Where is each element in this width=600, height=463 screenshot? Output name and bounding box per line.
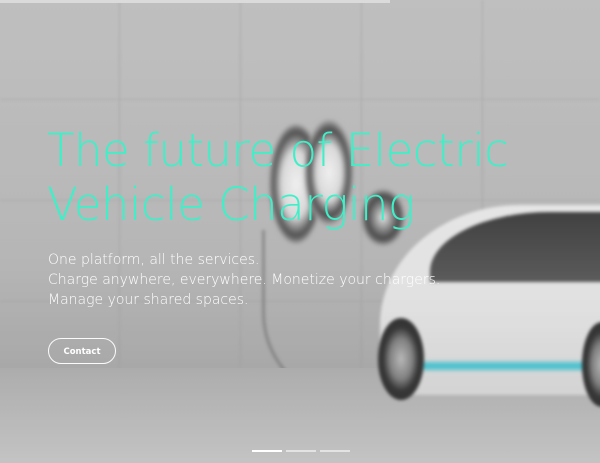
subtext-line: One platform, all the services. xyxy=(48,252,260,268)
slide-indicator-2[interactable] xyxy=(286,450,316,452)
hero-subtext: One platform, all the services. Charge a… xyxy=(48,250,468,310)
subtext-line: Charge anywhere, everywhere. Monetize yo… xyxy=(48,272,441,288)
slide-indicator-3[interactable] xyxy=(320,450,350,452)
slider-pagination xyxy=(252,450,350,452)
hero-headline: The future of Electric Vehicle Charging xyxy=(47,124,592,232)
headline-line: Vehicle Charging xyxy=(47,178,415,231)
contact-button[interactable]: Contact xyxy=(48,338,116,364)
headline-line: The future of Electric xyxy=(47,124,509,177)
hero-section: The future of Electric Vehicle Charging … xyxy=(0,0,600,463)
subtext-line: Manage your shared spaces. xyxy=(48,292,249,308)
slide-indicator-1[interactable] xyxy=(252,450,282,452)
